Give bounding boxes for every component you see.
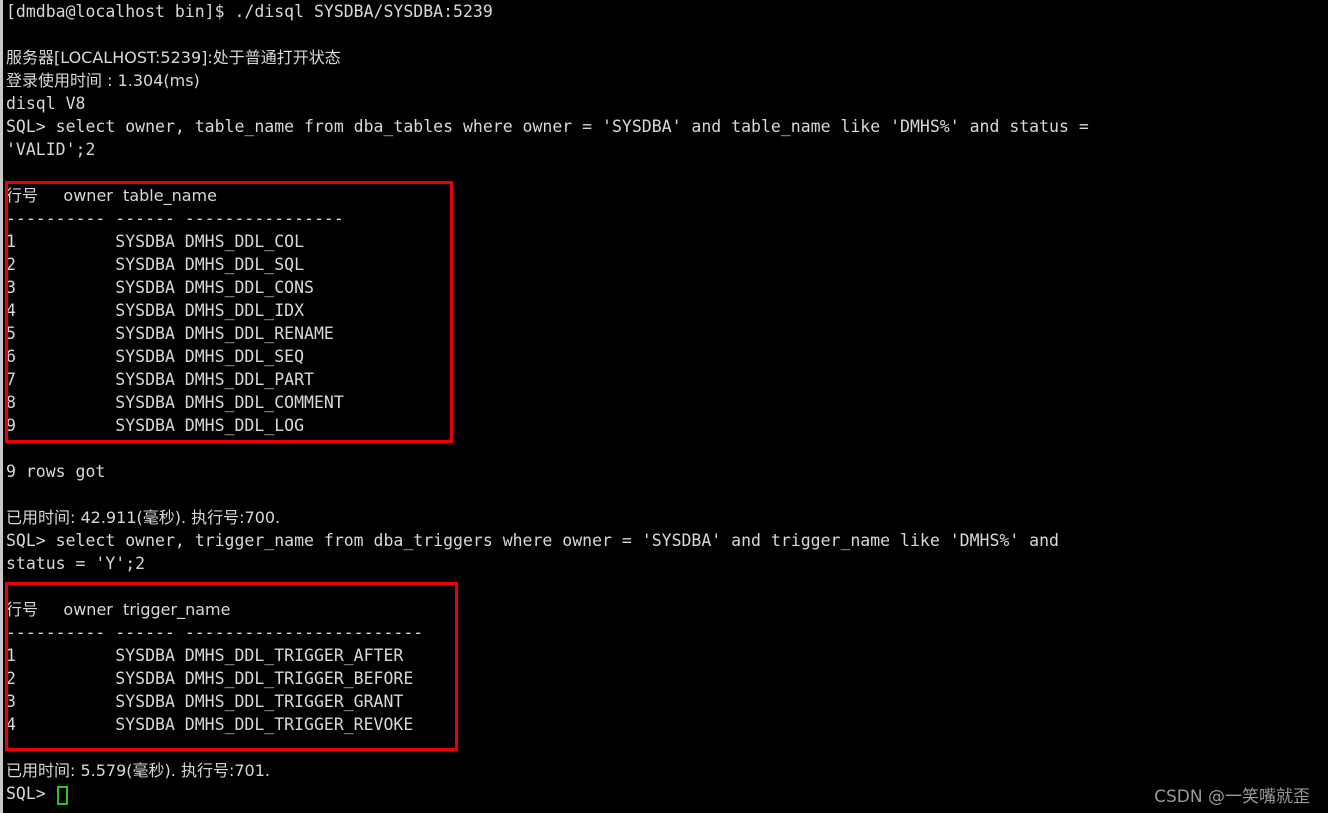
terminal-window[interactable]: [dmdba@localhost bin]$ ./disql SYSDBA/SY… <box>0 0 1328 813</box>
result-table-1-separator: ---------- ------ ---------------- <box>6 209 344 228</box>
table-row: 1 SYSDBA DMHS_DDL_COL <box>6 232 305 251</box>
result-table-2-header: 行号 owner trigger_name <box>6 600 231 619</box>
table-row: 4 SYSDBA DMHS_DDL_IDX <box>6 301 305 320</box>
result-table-1-header: 行号 owner table_name <box>6 186 217 205</box>
query-1-line-2: 'VALID';2 <box>6 140 96 159</box>
table-row: 2 SYSDBA DMHS_DDL_SQL <box>6 255 305 274</box>
terminal-output: [dmdba@localhost bin]$ ./disql SYSDBA/SY… <box>6 0 1326 805</box>
window-left-edge-strip <box>0 0 3 813</box>
query-2-line-1: SQL> select owner, trigger_name from dba… <box>6 531 1059 550</box>
shell-prompt-line: [dmdba@localhost bin]$ ./disql SYSDBA/SY… <box>6 2 493 21</box>
terminal-cursor <box>57 786 68 805</box>
table-row: 1 SYSDBA DMHS_DDL_TRIGGER_AFTER <box>6 646 404 665</box>
elapsed-time-line-1: 已用时间: 42.911(毫秒). 执行号:700. <box>6 508 281 527</box>
query-2-line-2: status = 'Y';2 <box>6 554 146 573</box>
result-table-2-separator: ---------- ------ ----------------------… <box>6 623 424 642</box>
table-row: 5 SYSDBA DMHS_DDL_RENAME <box>6 324 334 343</box>
table-row: 9 SYSDBA DMHS_DDL_LOG <box>6 416 305 435</box>
elapsed-time-line-2: 已用时间: 5.579(毫秒). 执行号:701. <box>6 761 270 780</box>
query-1-line-1: SQL> select owner, table_name from dba_t… <box>6 117 1089 136</box>
final-prompt-line[interactable]: SQL> <box>6 782 1326 805</box>
table-row: 4 SYSDBA DMHS_DDL_TRIGGER_REVOKE <box>6 715 414 734</box>
client-version-line: disql V8 <box>6 94 86 113</box>
server-status-line: 服务器[LOCALHOST:5239]:处于普通打开状态 <box>6 48 341 67</box>
csdn-watermark: CSDN @一笑嘴就歪 <box>1154 787 1310 807</box>
table-row: 3 SYSDBA DMHS_DDL_CONS <box>6 278 314 297</box>
table-row: 7 SYSDBA DMHS_DDL_PART <box>6 370 314 389</box>
table-row: 8 SYSDBA DMHS_DDL_COMMENT <box>6 393 344 412</box>
table-row: 6 SYSDBA DMHS_DDL_SEQ <box>6 347 305 366</box>
table-row: 3 SYSDBA DMHS_DDL_TRIGGER_GRANT <box>6 692 404 711</box>
table-row: 2 SYSDBA DMHS_DDL_TRIGGER_BEFORE <box>6 669 414 688</box>
rows-got-line: 9 rows got <box>6 462 106 481</box>
login-time-line: 登录使用时间 : 1.304(ms) <box>6 71 200 90</box>
